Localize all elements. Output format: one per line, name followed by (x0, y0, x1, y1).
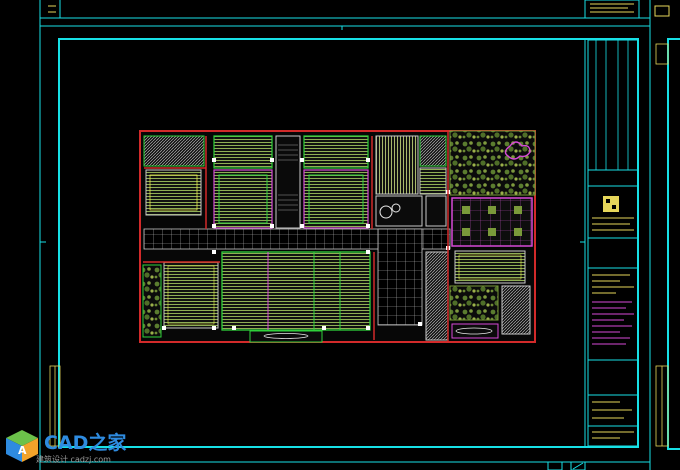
room-main-hall (221, 251, 371, 331)
right-side-table (655, 43, 669, 447)
room-classroom-3 (303, 135, 369, 169)
room-classroom-2 (213, 169, 273, 229)
title-block (587, 39, 639, 447)
room-lower-left (163, 261, 219, 329)
room-lower-right-seating (454, 250, 526, 284)
garden-lower-right (449, 285, 499, 321)
cube-logo-icon: A (6, 430, 38, 462)
cad-drawing-canvas[interactable] (0, 0, 680, 470)
room-left-seating (145, 169, 202, 216)
garden-top-right (449, 130, 536, 196)
room-lower-left-strip (142, 264, 162, 338)
room-upper-right (375, 135, 419, 195)
entrance-canopy (249, 330, 323, 343)
room-pink-grid (451, 197, 533, 247)
watermark-brand: CAD之家 (44, 432, 127, 454)
watermark: A CAD之家 建筑设计 cadzj.com (4, 424, 154, 466)
room-classroom-1 (213, 135, 273, 169)
room-upper-right-small (419, 135, 447, 167)
top-title-block (48, 0, 670, 19)
svg-text:A: A (18, 444, 27, 457)
room-top-left (143, 135, 205, 167)
qr-code-icon (603, 196, 619, 212)
bottom-status-icons (547, 461, 586, 470)
room-classroom-4 (303, 169, 369, 229)
room-lower-right-strip (425, 251, 449, 341)
corridor-vertical (377, 228, 423, 326)
watermark-url: 建筑设计 cadzj.com (36, 455, 111, 464)
floor-plan (139, 130, 536, 343)
room-hatched-right (501, 285, 531, 335)
